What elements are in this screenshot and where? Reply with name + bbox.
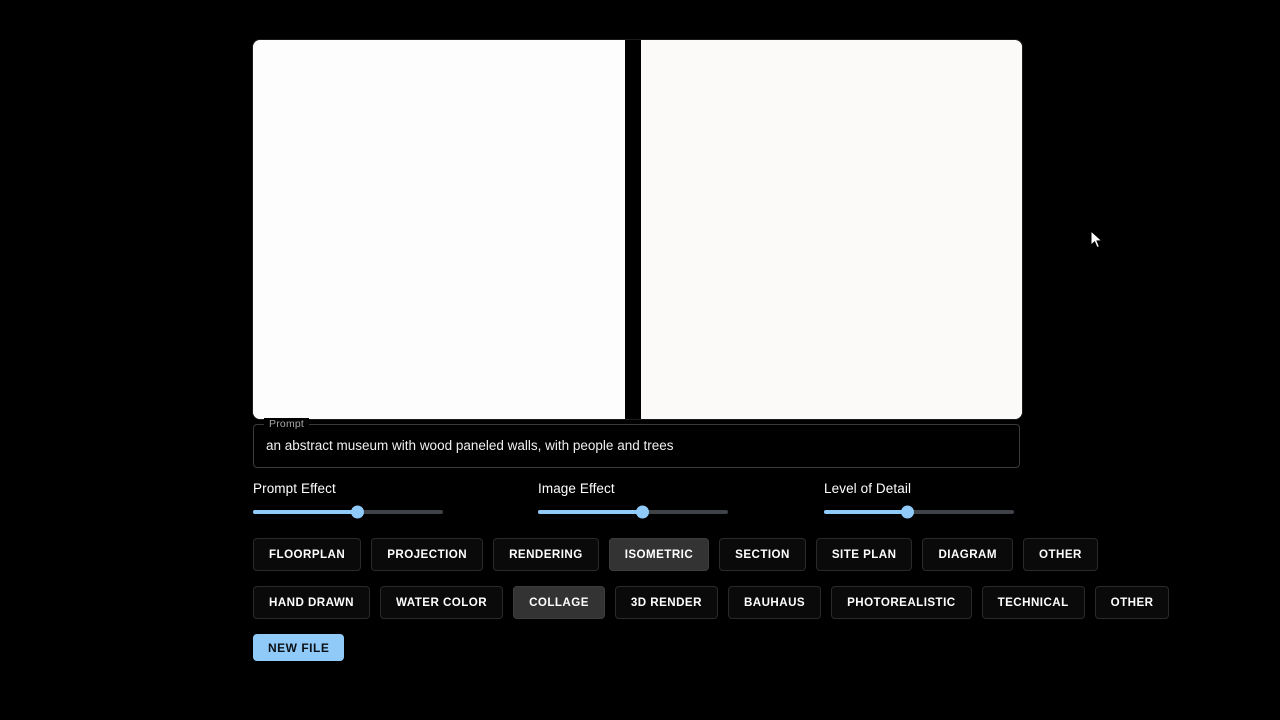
style-bauhaus[interactable]: BAUHAUS <box>727 586 822 619</box>
image-compare-stage[interactable] <box>253 40 1022 419</box>
slider-prompt-effect-thumb[interactable] <box>351 505 364 519</box>
style-water-color[interactable]: WATER COLOR <box>380 586 504 619</box>
slider-image-effect-fill <box>538 510 643 514</box>
compare-divider-handle[interactable] <box>625 40 641 419</box>
drawing-type-site-plan[interactable]: SITE PLAN <box>815 538 913 571</box>
drawing-type-isometric[interactable]: ISOMETRIC <box>608 538 710 571</box>
style-technical[interactable]: TECHNICAL <box>981 586 1085 619</box>
source-sketch-image <box>253 40 625 419</box>
generated-render-image <box>641 40 1022 419</box>
style-hand-drawn[interactable]: HAND DRAWN <box>253 586 371 619</box>
drawing-type-diagram[interactable]: DIAGRAM <box>922 538 1013 571</box>
slider-prompt-effect[interactable]: Prompt Effect <box>253 481 443 519</box>
slider-level-of-detail-label: Level of Detail <box>824 481 912 496</box>
drawing-type-button-row: FLOORPLAN PROJECTION RENDERING ISOMETRIC… <box>253 538 1098 571</box>
style-other[interactable]: OTHER <box>1094 586 1170 619</box>
slider-image-effect[interactable]: Image Effect <box>538 481 728 519</box>
slider-prompt-effect-label: Prompt Effect <box>253 481 336 496</box>
new-file-button[interactable]: NEW FILE <box>253 634 345 661</box>
slider-image-effect-label: Image Effect <box>538 481 615 496</box>
generated-render-pane[interactable] <box>641 40 1022 419</box>
style-button-row: HAND DRAWN WATER COLOR COLLAGE 3D RENDER… <box>253 586 1170 619</box>
prompt-input[interactable]: Prompt an abstract museum with wood pane… <box>253 418 1020 468</box>
slider-image-effect-thumb[interactable] <box>636 505 649 519</box>
prompt-label: Prompt <box>264 418 310 430</box>
drawing-type-rendering[interactable]: RENDERING <box>493 538 599 571</box>
slider-level-of-detail[interactable]: Level of Detail <box>824 481 1014 519</box>
drawing-type-section[interactable]: SECTION <box>719 538 806 571</box>
slider-level-of-detail-rail[interactable] <box>824 505 1014 519</box>
slider-level-of-detail-fill <box>824 510 908 514</box>
prompt-value[interactable]: an abstract museum with wood paneled wal… <box>266 438 1007 453</box>
drawing-type-projection[interactable]: PROJECTION <box>371 538 484 571</box>
style-photorealistic[interactable]: PHOTOREALISTIC <box>831 586 972 619</box>
style-3d-render[interactable]: 3D RENDER <box>614 586 718 619</box>
slider-prompt-effect-rail[interactable] <box>253 505 443 519</box>
style-collage[interactable]: COLLAGE <box>513 586 605 619</box>
slider-prompt-effect-fill <box>253 510 358 514</box>
drawing-type-other[interactable]: OTHER <box>1023 538 1098 571</box>
slider-level-of-detail-thumb[interactable] <box>901 505 915 519</box>
slider-image-effect-rail[interactable] <box>538 505 728 519</box>
app-root: Prompt an abstract museum with wood pane… <box>0 0 1280 720</box>
drawing-type-floorplan[interactable]: FLOORPLAN <box>253 538 362 571</box>
source-sketch-pane[interactable] <box>253 40 625 419</box>
arrow-pointer-icon <box>1090 229 1104 255</box>
